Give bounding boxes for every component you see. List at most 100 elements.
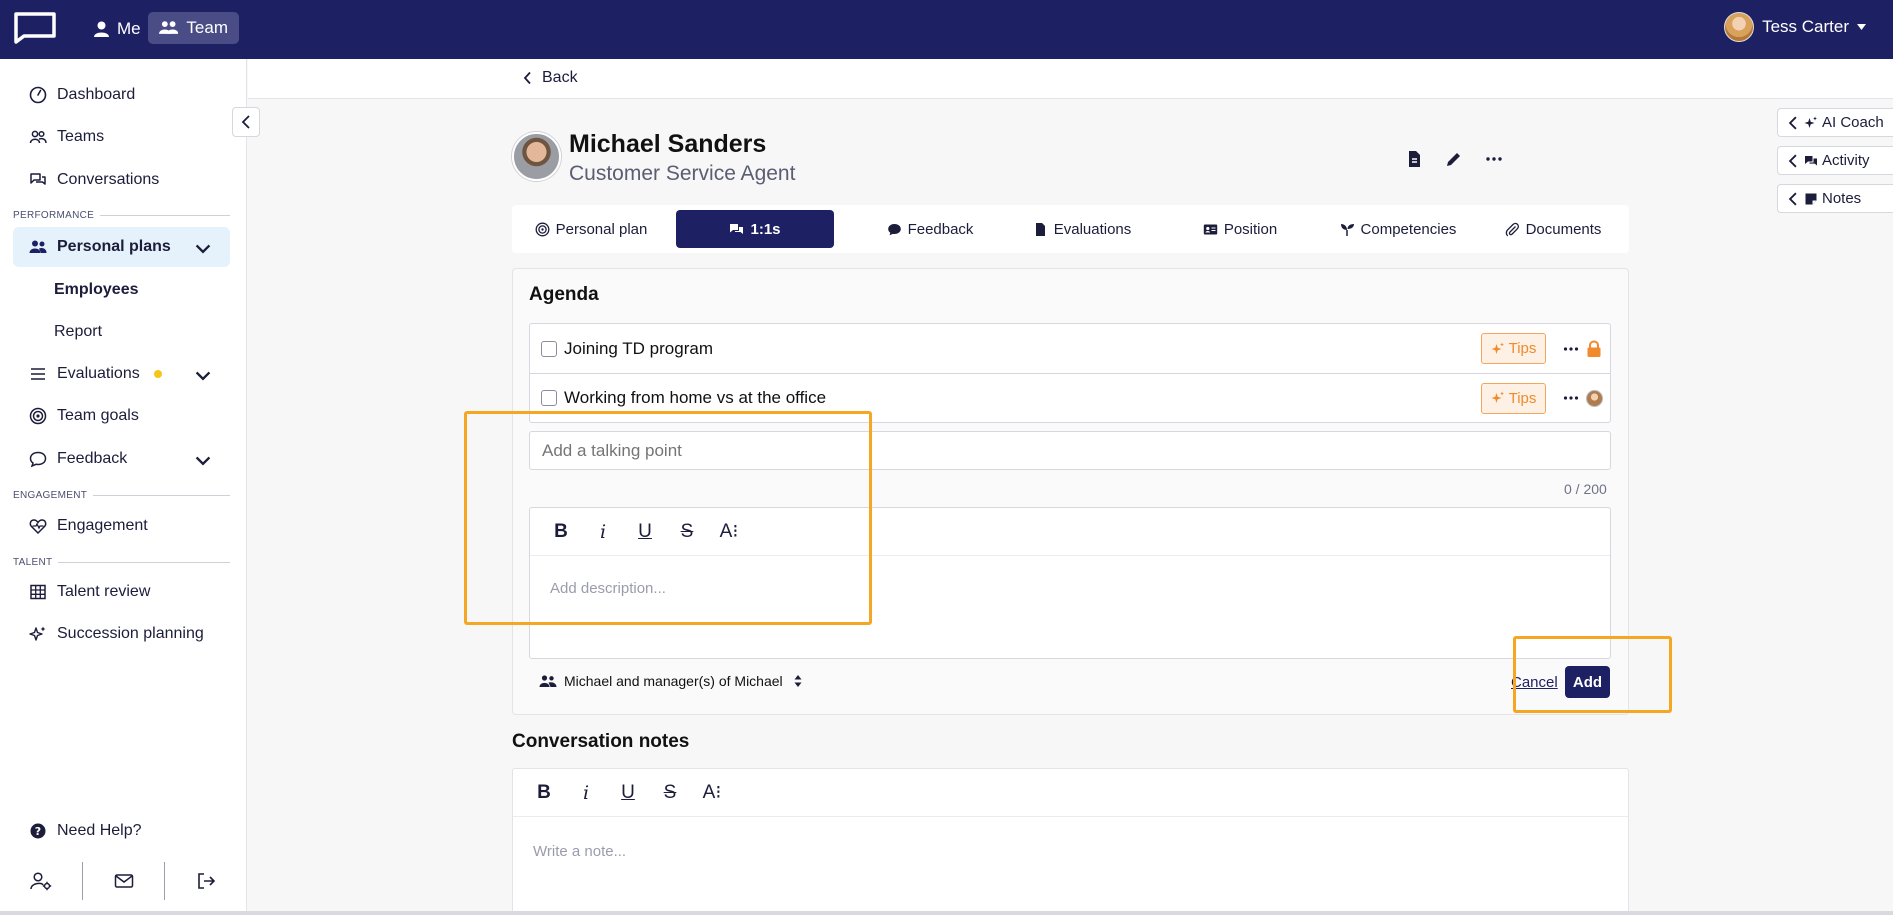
chevron-left-icon bbox=[523, 71, 531, 85]
user-gear-icon bbox=[30, 872, 52, 891]
sidebar-item-feedback[interactable]: Feedback bbox=[13, 439, 230, 479]
tab-feedback[interactable]: Feedback bbox=[865, 210, 995, 248]
drawer-tab-activity[interactable]: Activity bbox=[1777, 146, 1893, 175]
seedling-icon bbox=[1340, 223, 1354, 236]
highlight-box-description bbox=[464, 411, 872, 625]
caret-down-icon bbox=[1857, 24, 1866, 30]
sidebar-item-label: Succession planning bbox=[57, 625, 204, 642]
sidebar-item-talent-review[interactable]: Talent review bbox=[13, 572, 230, 612]
tab-documents[interactable]: Documents bbox=[1488, 210, 1618, 248]
tab-1-1s[interactable]: 1:1s bbox=[676, 210, 834, 248]
strikethrough-button[interactable]: S bbox=[659, 782, 681, 804]
tips-button[interactable]: Tips bbox=[1481, 333, 1546, 364]
paperclip-icon bbox=[1505, 222, 1519, 236]
agenda-item-checkbox[interactable] bbox=[541, 390, 557, 406]
file-icon bbox=[1035, 222, 1045, 236]
drawer-tab-ai-coach[interactable]: AI Coach bbox=[1777, 108, 1893, 137]
sparkle-icon bbox=[1491, 342, 1504, 354]
account-settings-button[interactable] bbox=[0, 862, 83, 900]
drawer-tab-notes[interactable]: Notes bbox=[1777, 184, 1893, 213]
sidebar-item-conversations[interactable]: Conversations bbox=[13, 160, 230, 200]
tab-evaluations[interactable]: Evaluations bbox=[1017, 210, 1147, 248]
users-icon bbox=[539, 675, 557, 687]
sidebar-item-dashboard[interactable]: Dashboard bbox=[13, 75, 230, 115]
underline-button[interactable]: U bbox=[617, 782, 639, 804]
sidebar-item-team-goals[interactable]: Team goals bbox=[13, 396, 230, 436]
character-counter: 0 / 200 bbox=[1564, 481, 1607, 497]
horizontal-scrollbar[interactable] bbox=[0, 911, 1893, 915]
owner-avatar bbox=[1584, 388, 1604, 408]
chat-icon bbox=[730, 223, 744, 234]
nav-me-label: Me bbox=[117, 19, 141, 38]
visibility-selector[interactable]: Michael and manager(s) of Michael bbox=[539, 673, 802, 689]
sidebar-footer bbox=[0, 855, 247, 907]
agenda-item[interactable]: Joining TD program Tips bbox=[530, 324, 1610, 373]
top-navigation-bar: Me Team Tess Carter bbox=[0, 0, 1893, 59]
sidebar-item-label: Talent review bbox=[57, 583, 151, 600]
nav-team-label: Team bbox=[186, 18, 228, 37]
app-logo[interactable] bbox=[12, 10, 58, 44]
sidebar-item-label: Personal plans bbox=[57, 238, 171, 255]
lock-icon bbox=[1587, 339, 1601, 357]
sidebar-item-label: Team goals bbox=[57, 407, 139, 424]
sort-icon bbox=[794, 675, 802, 687]
profile-tabs: Personal plan 1:1s Feedback Evaluations … bbox=[512, 205, 1629, 253]
more-horizontal-icon[interactable] bbox=[1562, 389, 1580, 407]
agenda-item-checkbox[interactable] bbox=[541, 340, 557, 357]
notification-dot bbox=[153, 370, 162, 378]
chevron-left-icon bbox=[1788, 192, 1797, 205]
users-icon bbox=[29, 240, 47, 253]
back-label: Back bbox=[542, 69, 578, 86]
nav-team[interactable]: Team bbox=[148, 12, 239, 44]
sidebar-item-label: Engagement bbox=[57, 517, 148, 534]
pencil-icon[interactable] bbox=[1444, 149, 1464, 169]
font-size-button[interactable]: A⁝ bbox=[701, 781, 723, 804]
conversation-notes-title: Conversation notes bbox=[512, 731, 690, 752]
sidebar-item-teams[interactable]: Teams bbox=[13, 117, 230, 157]
italic-button[interactable]: i bbox=[575, 782, 597, 804]
sidebar-item-succession-planning[interactable]: Succession planning bbox=[13, 614, 230, 654]
profile-role: Customer Service Agent bbox=[569, 162, 796, 185]
need-help-link[interactable]: ? Need Help? bbox=[13, 811, 230, 851]
sidebar-collapse-button[interactable] bbox=[232, 107, 260, 137]
tab-competencies[interactable]: Competencies bbox=[1323, 210, 1473, 248]
bold-button[interactable]: B bbox=[533, 782, 555, 804]
messages-button[interactable] bbox=[83, 862, 166, 900]
back-button[interactable]: Back bbox=[523, 69, 578, 87]
question-circle-icon: ? bbox=[30, 823, 46, 839]
users-icon bbox=[29, 130, 47, 144]
file-export-icon[interactable] bbox=[1404, 149, 1424, 169]
section-performance: PERFORMANCE bbox=[13, 210, 230, 221]
notes-editor[interactable]: B i U S A⁝ Write a note... bbox=[512, 768, 1629, 915]
chevron-down-icon[interactable] bbox=[194, 239, 212, 257]
sidebar-subitem-report[interactable]: Report bbox=[54, 323, 102, 341]
more-horizontal-icon[interactable] bbox=[1484, 149, 1504, 169]
sidebar-item-personal-plans[interactable]: Personal plans bbox=[13, 227, 230, 267]
sparkle-icon bbox=[29, 626, 46, 641]
tab-personal-plan[interactable]: Personal plan bbox=[532, 210, 650, 248]
sidebar-subitem-employees[interactable]: Employees bbox=[54, 281, 138, 299]
tab-position[interactable]: Position bbox=[1175, 210, 1305, 248]
visibility-label: Michael and manager(s) of Michael bbox=[564, 673, 783, 689]
section-talent: TALENT bbox=[13, 557, 230, 568]
back-bar bbox=[248, 59, 1893, 99]
sidebar-item-label: Feedback bbox=[57, 450, 128, 467]
sidebar-item-evaluations[interactable]: Evaluations bbox=[13, 354, 230, 394]
nav-me[interactable]: Me bbox=[84, 13, 151, 45]
agenda-title: Agenda bbox=[529, 284, 599, 305]
notes-placeholder: Write a note... bbox=[533, 843, 627, 860]
chevron-down-icon[interactable] bbox=[194, 366, 212, 384]
agenda-item-text: Working from home vs at the office bbox=[564, 388, 827, 407]
avatar bbox=[1585, 389, 1603, 407]
chevron-down-icon[interactable] bbox=[194, 451, 212, 469]
profile-photo bbox=[512, 132, 561, 181]
envelope-icon bbox=[114, 874, 133, 888]
more-horizontal-icon[interactable] bbox=[1562, 340, 1580, 358]
heart-pulse-icon bbox=[29, 519, 47, 535]
logout-button[interactable] bbox=[165, 862, 247, 900]
highlight-box-add bbox=[1513, 636, 1672, 713]
sidebar-item-engagement[interactable]: Engagement bbox=[13, 506, 230, 546]
chevron-left-icon bbox=[1788, 154, 1797, 167]
tips-button[interactable]: Tips bbox=[1481, 382, 1546, 414]
user-menu[interactable]: Tess Carter bbox=[1724, 10, 1866, 44]
